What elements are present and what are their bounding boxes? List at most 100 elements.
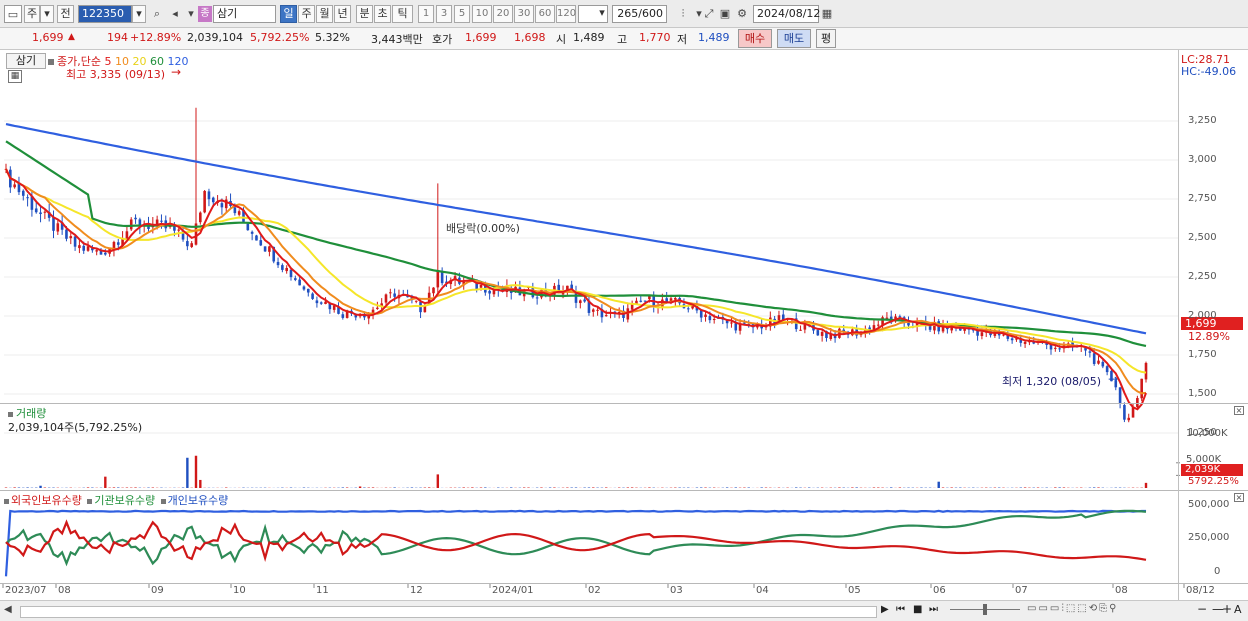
volume-bar [1144,482,1148,488]
window-menu-icon[interactable]: ▭ [4,5,22,23]
volume-bar [734,487,737,488]
evaluate-button[interactable]: 평 [816,29,836,48]
candle-body [116,242,120,245]
candle-body [220,203,224,208]
volume-bar [112,487,116,488]
close-panel-icon[interactable]: × [1234,406,1244,415]
ma60-line [5,140,1147,347]
zoom-out-icon[interactable]: − [1197,602,1207,616]
holding-legend-box-icon [4,499,9,504]
period-second-tab[interactable]: 초 [374,5,391,23]
view-mode-icons[interactable]: ▭▭▭⫶⬚⬚⟲⎘⚲ [1027,603,1118,614]
buy-button[interactable]: 매수 [738,29,772,48]
volume-bar [1097,487,1100,488]
search-icon[interactable]: ⌕ [148,5,166,23]
interval-3-button[interactable]: 3 [436,5,452,23]
x-tick: 08 [58,585,71,596]
volume-bar [592,487,595,488]
candle-body [263,246,267,252]
volume-bar [117,487,120,488]
panel-divider[interactable] [0,403,1248,404]
period-day-tab[interactable]: 일 [280,5,297,23]
volume-bar [39,485,42,488]
forward-icon[interactable]: ⏭ [929,604,938,615]
code-dropdown-icon[interactable]: ▾ [132,5,146,23]
candle-body [259,240,263,246]
scroll-track[interactable] [20,606,877,618]
x-tick: 02 [588,585,601,596]
period-month-tab[interactable]: 월 [316,5,333,23]
sell-button[interactable]: 매도 [777,29,811,48]
volume-bar [358,486,362,488]
candle-body [389,292,392,294]
candle-body [1092,353,1096,364]
candle-body [160,220,163,222]
chart-scrollbar[interactable]: ◀ ▶ ⏮ ■ ⏭ ▭▭▭⫶⬚⬚⟲⎘⚲ − — + A [0,600,1248,621]
price-tick: 1,500 [1188,388,1217,399]
rewind-icon[interactable]: ⏮ [896,604,905,615]
candle-body [95,250,98,252]
holding-tick: 0 [1214,566,1221,577]
x-tick: 09 [151,585,164,596]
prefix-button[interactable]: 전 [57,5,74,23]
volume-bar [1054,487,1057,488]
save-icon[interactable]: ▣ [716,5,734,23]
stock-name-tag[interactable]: 삼기 [6,53,46,69]
chart-grid-icon[interactable]: ▦ [8,70,22,83]
candle-body [1118,387,1122,404]
stock-code-input[interactable]: 122350 [78,5,132,23]
play-icon[interactable]: ▶ [881,604,889,615]
stop-icon[interactable]: ■ [913,604,922,615]
candle-body [52,217,55,231]
candle-body [73,236,77,247]
interval-60-button[interactable]: 60 [535,5,555,23]
stock-type-badge: 종 [198,6,212,22]
volume-bar [630,487,634,488]
candle-body [436,271,440,288]
market-type-dropdown-icon[interactable]: ▾ [40,5,54,23]
interval-20-button[interactable]: 20 [493,5,513,23]
candle-body [393,293,396,297]
zoom-in-icon[interactable]: + [1222,602,1232,616]
volume-bar [199,479,202,488]
candle-body [65,229,68,239]
period-minute-tab[interactable]: 분 [356,5,373,23]
volume-bar [937,481,940,488]
calendar-icon[interactable]: ▦ [818,5,836,23]
volume-bar [186,457,189,488]
price-tick: 2,000 [1188,310,1217,321]
font-size-icon[interactable]: A [1234,603,1242,616]
settings-gear-icon[interactable]: ⚙ [733,5,751,23]
last-volume-pct: 5792.25% [1188,476,1239,487]
stock-name-field[interactable]: 삼기 [213,5,276,23]
chart-canvas[interactable] [0,50,1248,600]
scroll-left-icon[interactable]: ◀ [4,604,12,615]
period-week-tab[interactable]: 주 [298,5,315,23]
interval-5-button[interactable]: 5 [454,5,470,23]
data-count-input[interactable]: 265/600 [612,5,667,23]
period-tick-tab[interactable]: 틱 [392,5,413,23]
date-input[interactable]: 2024/08/12 [753,5,820,23]
interval-1-button[interactable]: 1 [418,5,434,23]
y-axis-divider [1178,50,1179,600]
period-year-tab[interactable]: 년 [334,5,351,23]
max-price-annotation: 최고 3,335 (09/13) [66,68,166,81]
market-type-select[interactable]: 주 [24,5,40,23]
x-tick: 11 [316,585,329,596]
close-panel-icon[interactable]: × [1234,493,1244,502]
chart-toolbar: ▭ 주 ▾ 전 122350 ▾ ⌕ ◂ ▾ 종 삼기 일 주 월 년 분 초 … [0,0,1248,28]
zoom-slider-handle[interactable] [983,604,987,615]
candle-body [177,229,181,231]
candle-body [125,231,129,239]
candle-body [1088,351,1092,353]
x-tick: 2023/07 [5,585,47,596]
volume-bar [851,487,854,488]
panel-divider[interactable] [0,490,1248,491]
min-price-annotation: 최저 1,320 (08/05) [1002,375,1102,388]
candle-body [315,300,319,304]
candle-body [1140,378,1143,399]
interval-120-button[interactable]: 120 [556,5,576,23]
interval-30-button[interactable]: 30 [514,5,534,23]
interval-10-button[interactable]: 10 [472,5,492,23]
interval-dropdown-icon[interactable]: ▾ [596,5,608,23]
